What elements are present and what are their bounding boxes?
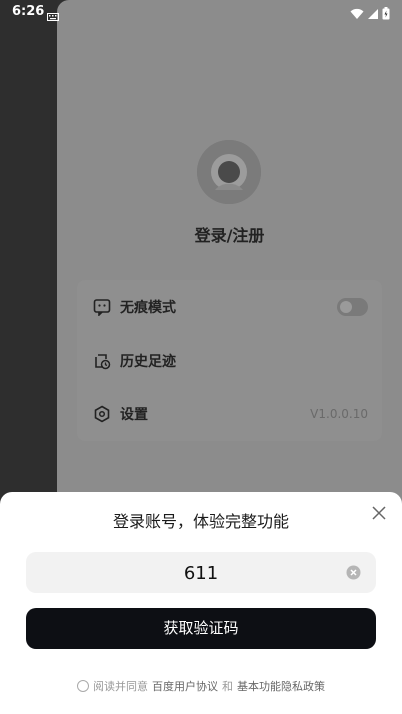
clear-input-icon[interactable]	[346, 565, 361, 580]
menu-label-history: 历史足迹	[120, 354, 176, 370]
privacy-policy-link[interactable]: 基本功能隐私政策	[237, 678, 325, 694]
phone-number-input[interactable]: 611	[26, 552, 376, 593]
menu-label-incognito: 无痕模式	[120, 300, 176, 316]
menu-item-incognito[interactable]: 无痕模式	[77, 280, 382, 334]
login-bottom-sheet: 登录账号，体验完整功能 611 获取验证码 阅读并同意 百度用户协议 和 基本功…	[0, 492, 402, 714]
agree-checkbox[interactable]	[77, 680, 89, 692]
menu-card: 无痕模式 历史足迹 设置 V1.0.0.10	[77, 280, 382, 441]
phone-number-value: 611	[183, 563, 219, 584]
keyboard-icon	[47, 6, 59, 25]
avatar-person-icon	[197, 140, 261, 204]
status-bar: 6:26	[0, 0, 402, 24]
login-register-link[interactable]: 登录/注册	[57, 222, 402, 246]
agreement-row: 阅读并同意 百度用户协议 和 基本功能隐私政策	[0, 678, 402, 694]
history-icon	[93, 352, 111, 370]
agreement-prefix: 阅读并同意	[93, 680, 148, 693]
settings-icon	[93, 405, 111, 423]
wifi-icon	[350, 5, 364, 24]
sheet-title: 登录账号，体验完整功能	[112, 512, 289, 531]
avatar[interactable]	[197, 140, 261, 204]
app-version: V1.0.0.10	[310, 407, 368, 421]
user-agreement-link[interactable]: 百度用户协议	[152, 678, 218, 694]
menu-item-settings[interactable]: 设置 V1.0.0.10	[77, 387, 382, 441]
status-time: 6:26	[12, 4, 45, 19]
menu-item-history[interactable]: 历史足迹	[77, 334, 382, 388]
signal-icon	[367, 5, 379, 24]
menu-label-settings: 设置	[120, 407, 148, 423]
battery-icon	[382, 5, 390, 24]
close-icon[interactable]	[370, 504, 388, 522]
toggle-knob	[340, 301, 352, 313]
incognito-icon	[93, 298, 111, 317]
get-code-button[interactable]: 获取验证码	[26, 608, 376, 649]
agreement-conj: 和	[222, 680, 233, 693]
incognito-toggle[interactable]	[337, 298, 368, 316]
